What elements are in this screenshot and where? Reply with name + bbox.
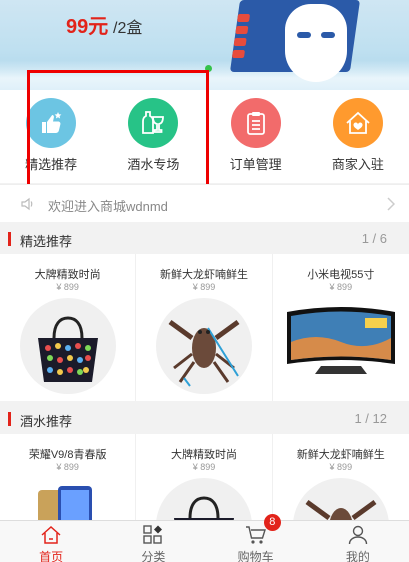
product-name: 大牌精致时尚 <box>170 449 237 461</box>
category-nav: 精选推荐 酒水专场 订单管理 商家入驻 <box>0 90 409 183</box>
product-name: 大牌精致时尚 <box>34 269 101 281</box>
product-name: 新鲜大龙虾喃鲜生 <box>159 269 248 281</box>
speaker-icon <box>20 196 36 217</box>
banner-unit: /2盒 <box>113 20 143 37</box>
chevron-right-icon <box>387 197 396 214</box>
section-accent-bar <box>8 232 11 246</box>
product-card[interactable]: 大牌精致时尚 ¥ 899 <box>0 254 137 401</box>
lobster-image <box>155 298 252 394</box>
handbag-image <box>19 298 116 394</box>
bottom-tab-bar: 首页 分类 8 购物车 我的 <box>0 514 409 562</box>
lobster-image <box>292 478 389 520</box>
nav-item-label: 精选推荐 <box>25 157 78 172</box>
tab-label: 首页 <box>39 550 64 562</box>
wine-icon <box>128 98 179 148</box>
nav-item-label: 订单管理 <box>229 157 282 172</box>
notice-bar[interactable]: 欢迎进入商城wdnmd <box>0 184 409 222</box>
nav-item-merchant[interactable]: 商家入驻 <box>307 90 409 183</box>
section-page-indicator: 1 / 6 <box>361 231 387 246</box>
section-title: 精选推荐 <box>20 234 73 249</box>
cart-count-badge: 8 <box>263 514 281 531</box>
store-house-icon <box>332 98 383 148</box>
cart-icon <box>245 525 267 545</box>
tab-mine[interactable]: 我的 <box>307 521 409 562</box>
product-card[interactable]: 小米电视55寸 ¥ 899 <box>273 254 409 401</box>
nav-item-drinks[interactable]: 酒水专场 <box>102 90 204 183</box>
tab-label: 购物车 <box>237 550 274 562</box>
product-name: 小米电视55寸 <box>307 269 375 281</box>
product-card[interactable]: 荣耀V9/8青春版 ¥ 899 <box>0 434 137 520</box>
tab-cart[interactable]: 8 购物车 <box>205 514 307 562</box>
tab-category[interactable]: 分类 <box>102 521 204 562</box>
section-accent-bar <box>8 412 11 426</box>
tab-label: 分类 <box>141 550 166 562</box>
handbag-image <box>155 478 252 520</box>
promo-banner[interactable]: 99元 /2盒 <box>0 0 409 90</box>
tv-image <box>280 298 401 394</box>
section-header-featured: 精选推荐 1 / 6 <box>0 224 409 254</box>
banner-price: 99元 <box>66 16 109 38</box>
nav-item-featured[interactable]: 精选推荐 <box>0 90 102 183</box>
product-price: ¥ 899 <box>56 282 79 292</box>
face-mask-image <box>285 4 347 82</box>
product-card[interactable]: 新鲜大龙虾喃鲜生 ¥ 899 <box>273 434 409 520</box>
nav-item-label: 酒水专场 <box>127 157 180 172</box>
category-icon <box>142 525 164 545</box>
nav-item-label: 商家入驻 <box>331 157 384 172</box>
product-name: 荣耀V9/8青春版 <box>28 449 107 461</box>
product-card[interactable]: 大牌精致时尚 ¥ 899 <box>136 434 273 520</box>
notice-text: 欢迎进入商城wdnmd <box>48 199 168 214</box>
nav-item-orders[interactable]: 订单管理 <box>205 90 307 183</box>
product-price: ¥ 899 <box>329 462 353 472</box>
user-icon <box>347 525 369 545</box>
home-icon <box>40 525 62 545</box>
product-row-drinks: 荣耀V9/8青春版 ¥ 899 大牌精致时尚 ¥ 899 新鲜大龙虾喃鲜生 ¥ … <box>0 434 409 520</box>
product-price: ¥ 899 <box>192 282 216 292</box>
carousel-indicator[interactable] <box>205 65 212 72</box>
product-card[interactable]: 新鲜大龙虾喃鲜生 ¥ 899 <box>136 254 273 401</box>
product-price: ¥ 899 <box>329 282 353 292</box>
section-header-drinks: 酒水推荐 1 / 12 <box>0 404 409 434</box>
section-page-indicator: 1 / 12 <box>354 411 387 426</box>
phone-image <box>19 478 116 520</box>
tab-home[interactable]: 首页 <box>0 521 102 562</box>
tab-label: 我的 <box>345 550 370 562</box>
product-row-featured: 大牌精致时尚 ¥ 899 新鲜大龙虾喃鲜生 ¥ 899 小米电视55寸 ¥ 89… <box>0 254 409 401</box>
product-price: ¥ 899 <box>192 462 216 472</box>
section-title: 酒水推荐 <box>20 414 73 429</box>
product-name: 新鲜大龙虾喃鲜生 <box>296 449 385 461</box>
thumbs-up-icon <box>26 98 77 148</box>
product-price: ¥ 899 <box>56 462 79 472</box>
clipboard-icon <box>230 98 281 148</box>
